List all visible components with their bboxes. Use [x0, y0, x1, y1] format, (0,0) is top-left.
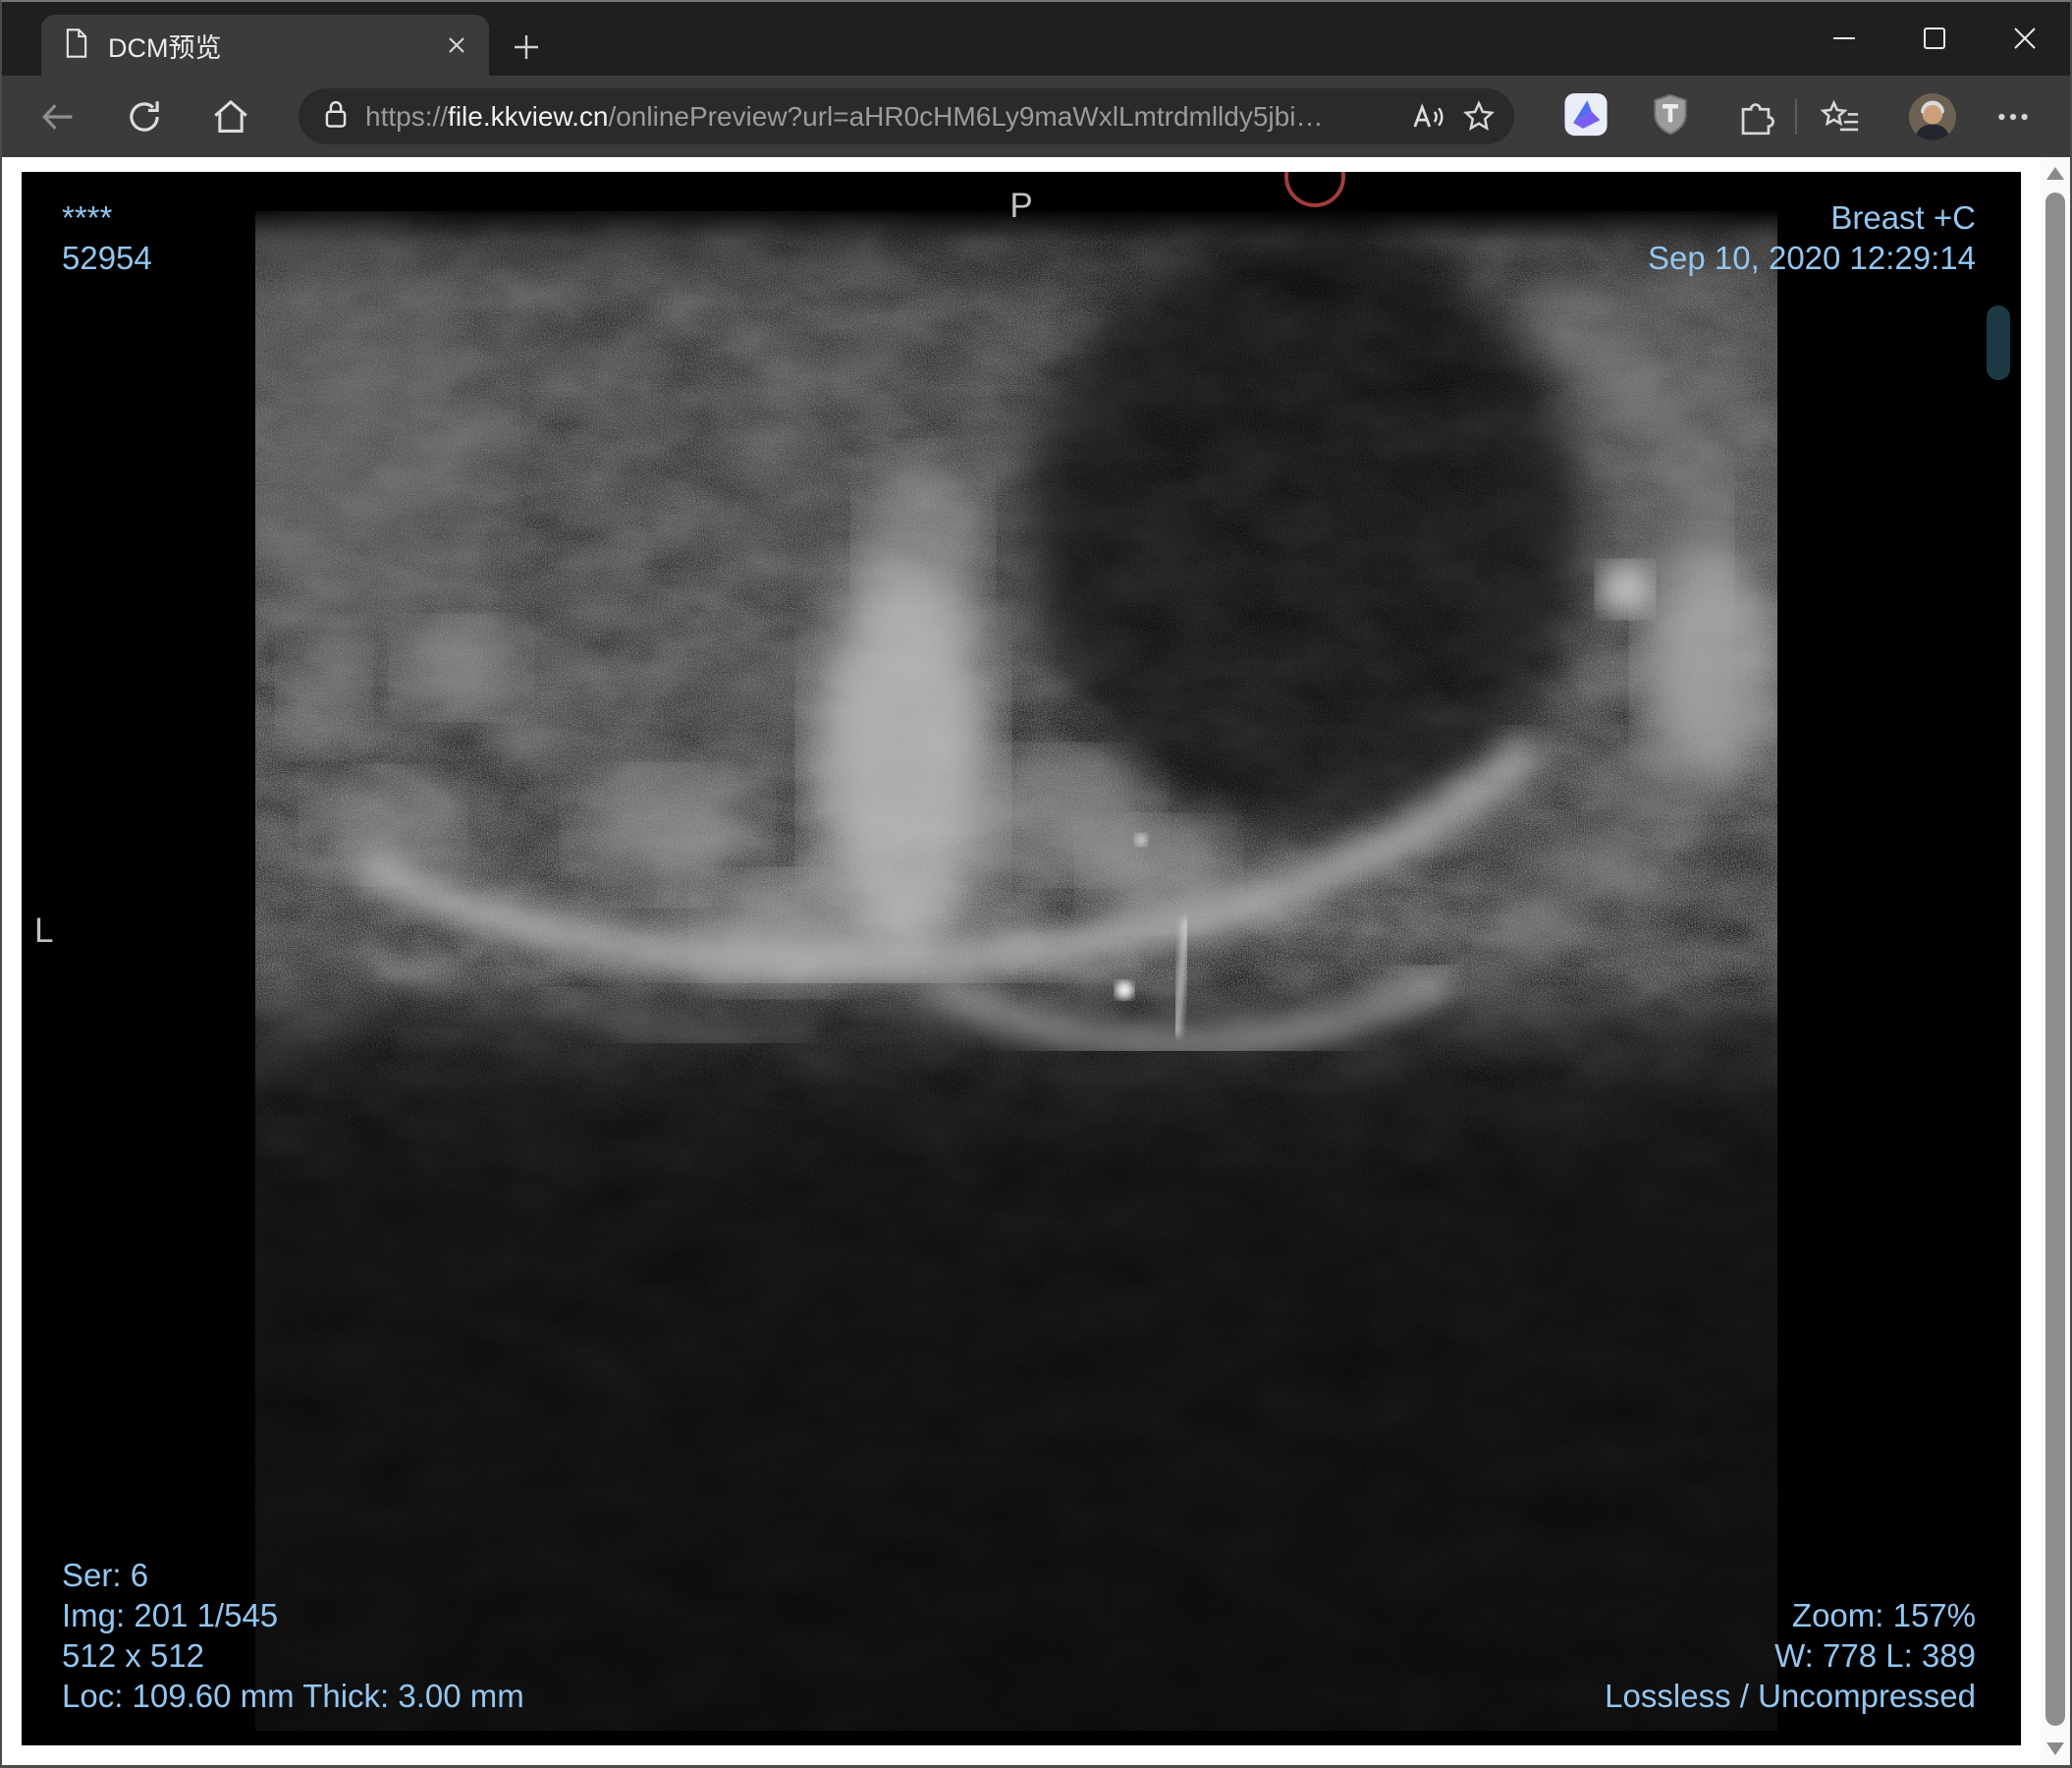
patient-name-masked: ****	[62, 199, 113, 236]
lock-icon[interactable]	[320, 97, 352, 136]
study-description: Breast +C	[1830, 199, 1976, 236]
toolbar-divider	[1795, 99, 1797, 135]
preview-page: P L **** 52954 Breast +C Sep 10, 2020 12…	[2, 157, 2070, 1765]
title-bar: DCM预览	[2, 2, 2070, 76]
browser-window: DCM预览 https://file.kkview.cn/onlinePrevi…	[0, 0, 2072, 1768]
browser-tab[interactable]: DCM预览	[41, 15, 489, 76]
puzzle-extension-icon[interactable]	[1734, 95, 1777, 138]
profile-avatar[interactable]	[1909, 93, 1956, 140]
series-number: Ser: 6	[62, 1557, 149, 1593]
close-window-icon[interactable]	[1980, 2, 2070, 76]
new-tab-icon[interactable]	[509, 29, 544, 65]
zoom-level: Zoom: 157%	[1791, 1597, 1976, 1633]
mri-image	[255, 211, 1777, 1731]
scroll-down-icon[interactable]	[2046, 1742, 2064, 1755]
image-matrix: 512 x 512	[62, 1637, 204, 1674]
orientation-marker-left: L	[34, 912, 54, 950]
maximize-icon[interactable]	[1889, 2, 1980, 76]
url-scheme: https://	[365, 100, 449, 132]
back-icon[interactable]	[37, 96, 79, 138]
window-level: W: 778 L: 389	[1774, 1637, 1976, 1674]
favorite-star-icon[interactable]	[1459, 97, 1499, 137]
compression-info: Lossless / Uncompressed	[1605, 1678, 1976, 1714]
shield-t-extension-icon[interactable]	[1650, 91, 1691, 141]
browser-scrollbar[interactable]	[2041, 157, 2070, 1765]
favorites-list-icon[interactable]	[1819, 95, 1862, 138]
image-number: Img: 201 1/545	[62, 1597, 279, 1633]
close-tab-icon[interactable]	[444, 32, 469, 58]
url-text: https://file.kkview.cn/onlinePreview?url…	[365, 101, 1392, 133]
scroll-up-icon[interactable]	[2046, 167, 2064, 180]
url-domain: file.kkview.cn	[448, 100, 609, 132]
url-path: /onlinePreview?url=aHR0cHM6Ly9maWxlLmtrd…	[608, 100, 1324, 132]
stack-scroll-thumb[interactable]	[1987, 305, 2010, 380]
refresh-icon[interactable]	[124, 96, 165, 138]
minimize-icon[interactable]	[1799, 2, 1889, 76]
overlay-bottom-right: Zoom: 157% W: 778 L: 389 Lossless / Unco…	[1605, 1595, 1976, 1716]
tab-title: DCM预览	[108, 32, 222, 63]
menu-ellipsis-icon[interactable]	[1991, 95, 2035, 138]
toolbar: https://file.kkview.cn/onlinePreview?url…	[2, 76, 2070, 157]
study-datetime: Sep 10, 2020 12:29:14	[1648, 240, 1976, 276]
read-aloud-icon[interactable]	[1406, 97, 1445, 137]
window-controls	[1799, 2, 2070, 76]
bird-extension-icon[interactable]	[1563, 91, 1609, 141]
patient-id: 52954	[62, 240, 152, 276]
overlay-bottom-left: Ser: 6 Img: 201 1/545 512 x 512 Loc: 109…	[62, 1555, 524, 1716]
scrollbar-thumb[interactable]	[2045, 193, 2065, 1726]
address-bar[interactable]: https://file.kkview.cn/onlinePreview?url…	[299, 88, 1514, 144]
document-icon	[63, 28, 90, 64]
overlay-top-right: Breast +C Sep 10, 2020 12:29:14	[1648, 197, 1976, 278]
home-icon[interactable]	[210, 96, 251, 138]
overlay-top-left: **** 52954	[62, 197, 152, 278]
dicom-viewport[interactable]: P L **** 52954 Breast +C Sep 10, 2020 12…	[22, 172, 2021, 1745]
slice-location: Loc: 109.60 mm Thick: 3.00 mm	[62, 1678, 524, 1714]
